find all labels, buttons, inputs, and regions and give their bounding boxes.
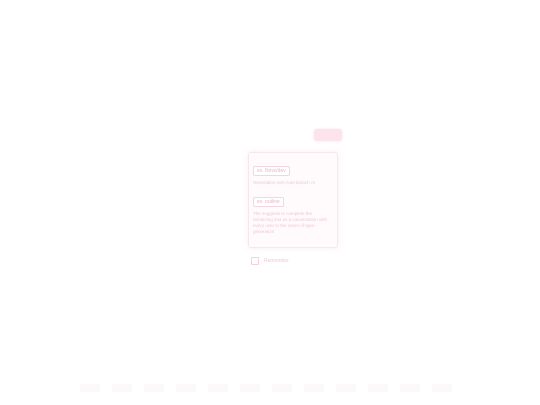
suggestion-item-2: ex. outline The suggests to complete the… <box>253 190 333 235</box>
suggestion-chip-2[interactable]: ex. outline <box>253 197 284 207</box>
faint-bottom-strip <box>80 384 460 392</box>
remember-row: Remember <box>251 256 289 266</box>
suggestion-card: ex. Nova'dev Generation-sort Auto-branch… <box>248 152 338 248</box>
page: ex. Nova'dev Generation-sort Auto-branch… <box>0 0 540 405</box>
suggestion-desc-1: Generation-sort Auto-branch AI <box>253 180 316 185</box>
add-badge-button[interactable] <box>314 129 342 141</box>
suggestion-chip-1[interactable]: ex. Nova'dev <box>253 166 290 176</box>
suggestion-item-1: ex. Nova'dev Generation-sort Auto-branch… <box>253 159 333 186</box>
remember-label: Remember <box>264 258 289 264</box>
remember-checkbox[interactable] <box>251 257 259 265</box>
suggestion-desc-2: The suggests to complete the remaining t… <box>253 211 328 234</box>
